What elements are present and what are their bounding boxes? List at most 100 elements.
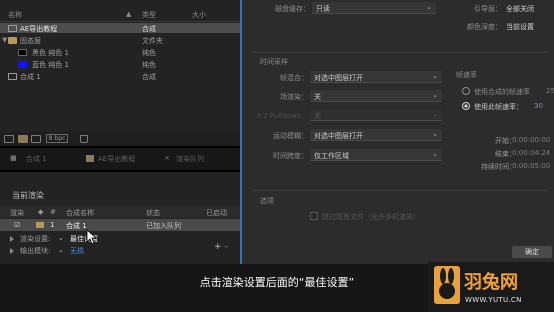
black-swatch-icon xyxy=(18,49,27,56)
ok-button[interactable]: 确定 xyxy=(512,246,552,258)
project-item-name: 黑色 纯色 1 xyxy=(32,49,69,57)
bpc-button[interactable]: 8 bpc xyxy=(46,134,68,143)
project-item-ae-export[interactable]: AE导出教程 合成 xyxy=(0,23,240,33)
render-queue-row[interactable]: ☑ 1 合成 1 已加入队列 xyxy=(0,219,240,231)
end-value: 0:00:04:24 xyxy=(512,149,551,157)
tab-render-queue[interactable]: 渲染队列 xyxy=(176,154,204,164)
start-value: 0:00:00:00 xyxy=(512,136,551,144)
render-checkbox[interactable]: ☑ xyxy=(14,221,20,229)
watermark-title: 羽兔网 xyxy=(464,272,518,293)
trash-icon[interactable] xyxy=(80,135,88,143)
project-item-solids-folder[interactable]: ▼ 固态层 文件夹 xyxy=(0,35,240,45)
tab-ae-export[interactable]: AE导出教程 xyxy=(98,154,135,164)
motion-blur-label: 运动模糊： xyxy=(273,132,308,140)
expand-triangle-icon[interactable] xyxy=(10,248,14,254)
interpret-footage-icon[interactable] xyxy=(4,135,14,143)
folder-icon xyxy=(8,37,17,44)
close-tab-icon[interactable]: ■ xyxy=(10,154,17,162)
render-settings-label: 渲染设置: xyxy=(20,235,51,243)
field-render-value: 关 xyxy=(314,93,321,101)
render-queue-panel: 当前渲染 渲染 ◆ # 合成名称 状态 已启动 ☑ 1 合成 1 已加入队列 渲… xyxy=(0,172,240,264)
col-started[interactable]: 已启动 xyxy=(206,208,227,218)
skip-existing-label: 跳过现有文件（允许多机渲染） xyxy=(322,213,420,221)
chevron-down-icon: ⌄ xyxy=(432,130,438,138)
time-span-select[interactable]: 仅工作区域 ⌄ xyxy=(310,149,442,161)
render-settings-dialog: 磁盘缓存： 只读 ⌄ 引导层： 全部关闭 颜色深度： 当前设置 时间采样 帧混合… xyxy=(240,0,554,264)
col-comp-name[interactable]: 合成名称 xyxy=(66,208,94,218)
use-comp-rate-label[interactable]: 使用合成的帧速率 xyxy=(474,87,530,97)
field-render-select[interactable]: 关 ⌄ xyxy=(310,90,442,102)
output-module-label: 输出模块: xyxy=(20,247,51,255)
project-item-name: 固态层 xyxy=(20,37,41,45)
frame-rate-title: 帧速率 xyxy=(456,71,477,79)
project-panel: 名称 ▲ 类型 大小 AE导出教程 合成 ▼ 固态层 文件夹 黑色 纯色 1 纯… xyxy=(0,0,240,140)
col-status[interactable]: 状态 xyxy=(146,208,160,218)
project-item-type: 合成 xyxy=(142,25,156,33)
use-comp-rate-radio[interactable] xyxy=(462,87,470,95)
frame-blend-select[interactable]: 对选中图层打开 ⌄ xyxy=(310,71,442,83)
use-this-rate-value[interactable]: 30 xyxy=(534,102,543,110)
expand-triangle-icon[interactable] xyxy=(10,236,14,242)
chevron-down-icon: ⌄ xyxy=(432,150,438,158)
composition-icon xyxy=(8,73,17,80)
color-depth-value[interactable]: 当前设置 xyxy=(506,22,534,32)
proxy-value[interactable]: 全部关闭 xyxy=(506,4,534,14)
skip-existing-checkbox[interactable] xyxy=(310,212,318,220)
field-render-label: 场渲染： xyxy=(280,93,308,101)
label-color-icon[interactable] xyxy=(36,222,44,228)
new-composition-icon[interactable] xyxy=(31,135,41,143)
motion-blur-value: 对选中图层打开 xyxy=(314,132,363,140)
project-item-name: AE导出教程 xyxy=(20,25,58,33)
project-item-type: 纯色 xyxy=(142,61,156,69)
remove-output-module-button[interactable]: – xyxy=(224,242,229,252)
output-module-row: 输出模块: ⌄ 无损 xyxy=(0,244,240,256)
disk-cache-value: 只读 xyxy=(316,5,330,13)
use-this-rate-radio[interactable] xyxy=(462,102,470,110)
blue-swatch-icon xyxy=(18,61,27,68)
tab-comp-1[interactable]: 合成 1 xyxy=(26,154,47,164)
section-divider xyxy=(252,52,548,53)
project-item-name: 合成 1 xyxy=(20,73,41,81)
project-item-type: 合成 xyxy=(142,73,156,81)
chevron-down-icon: ⌄ xyxy=(432,110,438,118)
chevron-down-icon[interactable]: ⌄ xyxy=(58,246,67,254)
render-queue-title: 当前渲染 xyxy=(12,191,44,200)
disk-cache-select[interactable]: 只读 ⌄ xyxy=(312,2,436,14)
options-title: 选项 xyxy=(260,197,274,205)
pulldown-label: 3:2 Pulldown： xyxy=(256,112,308,120)
watermark-url: WWW.YUTU.CN xyxy=(465,296,522,304)
motion-blur-select[interactable]: 对选中图层打开 ⌄ xyxy=(310,129,442,141)
rabbit-logo-icon xyxy=(434,266,460,304)
frame-blend-label: 帧混合： xyxy=(280,74,308,82)
project-item-type: 文件夹 xyxy=(142,37,163,45)
use-comp-rate-value: 25 xyxy=(546,87,554,95)
render-item-status: 已加入队列 xyxy=(146,222,181,230)
pulldown-value: 关 xyxy=(314,112,321,120)
render-queue-header: 渲染 ◆ # 合成名称 状态 已启动 xyxy=(0,206,240,218)
use-this-rate-label[interactable]: 使用此帧速率： xyxy=(474,102,523,112)
time-span-label: 时间跨度： xyxy=(273,152,308,160)
project-footer: 8 bpc xyxy=(0,132,240,146)
proxy-label: 引导层： xyxy=(474,5,502,13)
project-item-black-solid[interactable]: 黑色 纯色 1 纯色 xyxy=(0,47,240,57)
project-item-blue-solid[interactable]: 蓝色 纯色 1 纯色 xyxy=(0,59,240,69)
col-number[interactable]: # xyxy=(50,208,56,216)
chevron-down-icon: ⌄ xyxy=(432,91,438,99)
time-span-value: 仅工作区域 xyxy=(314,152,349,160)
pulldown-select: 关 ⌄ xyxy=(310,109,442,121)
header-divider xyxy=(0,21,240,22)
col-render[interactable]: 渲染 xyxy=(10,208,24,218)
output-module-value[interactable]: 无损 xyxy=(70,246,84,256)
color-depth-label: 颜色深度： xyxy=(467,23,502,31)
watermark: 羽兔网 WWW.YUTU.CN xyxy=(428,262,554,312)
chevron-down-icon: ⌄ xyxy=(426,3,432,11)
add-output-module-button[interactable]: + xyxy=(214,242,222,252)
close-tab-icon[interactable]: × xyxy=(164,154,170,162)
section-divider xyxy=(252,190,548,191)
new-folder-icon[interactable] xyxy=(18,135,28,143)
chevron-down-icon[interactable]: ⌄ xyxy=(58,234,67,242)
tag-icon[interactable]: ◆ xyxy=(38,208,43,216)
project-item-type: 纯色 xyxy=(142,49,156,57)
expand-triangle-icon[interactable]: ▼ xyxy=(2,36,7,44)
project-item-comp-1[interactable]: 合成 1 合成 xyxy=(0,71,240,81)
